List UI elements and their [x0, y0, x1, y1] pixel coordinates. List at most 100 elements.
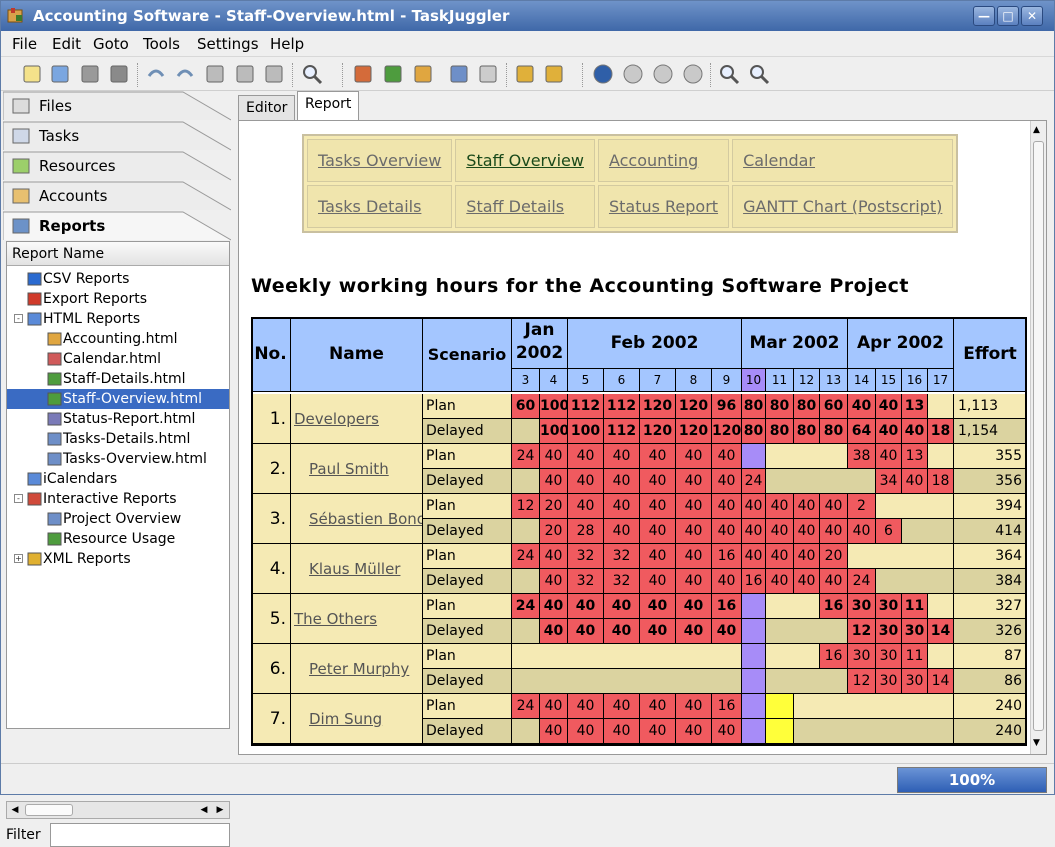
toolbar-separator	[342, 63, 344, 87]
scroll-down-icon[interactable]: ▼	[1033, 738, 1040, 748]
filter-input[interactable]	[50, 823, 230, 847]
tree-expander-plus-icon[interactable]: +	[14, 554, 23, 563]
tree-expander-minus-icon[interactable]: -	[14, 314, 23, 323]
load-cell: 32	[604, 569, 640, 594]
tree-item[interactable]: Resource Usage	[7, 529, 229, 549]
row-name-link[interactable]: Developers	[291, 394, 423, 444]
nav-link[interactable]: Tasks Details	[307, 185, 453, 228]
scroll-left-icon[interactable]: ◀	[197, 803, 211, 817]
print-icon[interactable]	[108, 63, 130, 85]
tree-item[interactable]: Tasks-Overview.html	[7, 449, 229, 469]
row-name-link[interactable]: The Others	[291, 594, 423, 644]
back-icon[interactable]	[652, 63, 674, 85]
resource-report-icon	[47, 392, 62, 406]
tab-editor[interactable]: Editor	[238, 95, 296, 121]
minimize-button[interactable]: —	[973, 6, 995, 26]
left-tab-accounts[interactable]: Accounts	[3, 181, 231, 211]
new-file-icon[interactable]	[21, 63, 43, 85]
report-view-icon[interactable]	[448, 63, 470, 85]
menu-settings[interactable]: Settings	[197, 35, 259, 53]
progress-bar: 100%	[897, 767, 1047, 793]
nav-link[interactable]: Staff Overview	[455, 139, 595, 182]
row-name-link[interactable]: Klaus Müller	[291, 544, 423, 594]
redo-icon[interactable]	[174, 63, 196, 85]
menu-edit[interactable]: Edit	[52, 35, 81, 53]
scroll-right-icon[interactable]: ▶	[213, 803, 227, 817]
stop-icon[interactable]	[622, 63, 644, 85]
scroll-up-icon[interactable]: ▲	[1033, 125, 1040, 135]
tree-item[interactable]: Staff-Details.html	[7, 369, 229, 389]
report-vertical-scrollbar[interactable]: ▲ ▼	[1030, 121, 1046, 754]
tab-report[interactable]: Report	[297, 91, 360, 121]
copy-report-icon[interactable]	[477, 63, 499, 85]
open-file-icon[interactable]	[49, 63, 71, 85]
tree-header[interactable]: Report Name	[7, 242, 229, 266]
load-cell: 40	[640, 544, 676, 569]
maximize-button[interactable]: □	[997, 6, 1019, 26]
tree-item[interactable]: Staff-Overview.html	[7, 389, 229, 409]
tree-item[interactable]: CSV Reports	[7, 269, 229, 289]
left-tab-tasks[interactable]: Tasks	[3, 121, 231, 151]
task-report-icon	[47, 452, 62, 466]
header-week: 10	[742, 369, 766, 392]
resources-view-icon[interactable]	[382, 63, 404, 85]
save-icon[interactable]	[79, 63, 101, 85]
left-tab-resources[interactable]: Resources	[3, 151, 231, 181]
cut-icon[interactable]	[204, 63, 226, 85]
nav-link[interactable]: Tasks Overview	[307, 139, 453, 182]
tree-item[interactable]: - HTML Reports	[7, 309, 229, 329]
report-tree[interactable]: Report Name CSV Reports Export Reports - HT…	[6, 241, 230, 729]
menu-goto[interactable]: Goto	[93, 35, 129, 53]
zoom-out-icon[interactable]	[748, 63, 770, 85]
free-cell	[512, 569, 540, 594]
scrollbar-thumb[interactable]	[25, 804, 73, 816]
tree-item[interactable]: + XML Reports	[7, 549, 229, 569]
tree-expander-minus-icon[interactable]: -	[14, 494, 23, 503]
row-name-link[interactable]: Peter Murphy	[291, 644, 423, 694]
schedule-icon[interactable]	[592, 63, 614, 85]
row-name-link[interactable]: Sébastien Bono	[291, 494, 423, 544]
paste-icon[interactable]	[263, 63, 285, 85]
scrollbar-thumb[interactable]	[1033, 141, 1044, 731]
nav-link[interactable]: Staff Details	[455, 185, 595, 228]
find-icon[interactable]	[301, 63, 323, 85]
configure-icon[interactable]	[514, 63, 536, 85]
tree-item-label: HTML Reports	[43, 311, 141, 327]
row-name-link[interactable]: Paul Smith	[291, 444, 423, 494]
menu-file[interactable]: File	[12, 35, 37, 53]
tree-item[interactable]: Export Reports	[7, 289, 229, 309]
scroll-left-icon[interactable]: ◀	[8, 803, 22, 817]
tree-item[interactable]: - Interactive Reports	[7, 489, 229, 509]
tree-item[interactable]: Calendar.html	[7, 349, 229, 369]
effort-cell: 384	[954, 569, 1027, 594]
forward-icon[interactable]	[682, 63, 704, 85]
copy-icon[interactable]	[234, 63, 256, 85]
row-name-link[interactable]: Dim Sung	[291, 694, 423, 744]
tasks-view-icon[interactable]	[352, 63, 374, 85]
nav-link[interactable]: Accounting	[597, 139, 730, 182]
nav-link[interactable]: Status Report	[597, 185, 730, 228]
tree-item[interactable]: Project Overview	[7, 509, 229, 529]
load-cell: 40	[712, 444, 742, 469]
tree-item[interactable]: Tasks-Details.html	[7, 429, 229, 449]
left-tab-files[interactable]: Files	[3, 91, 231, 121]
tree-item-label: Accounting.html	[63, 331, 178, 347]
undo-icon[interactable]	[145, 63, 167, 85]
tree-item[interactable]: Accounting.html	[7, 329, 229, 349]
load-cell: 40	[604, 519, 640, 544]
close-button[interactable]: ✕	[1021, 6, 1043, 26]
tree-item[interactable]: Status-Report.html	[7, 409, 229, 429]
calendar-report-icon	[47, 352, 62, 366]
nav-link[interactable]: GANTT Chart (Postscript)	[732, 185, 954, 228]
zoom-in-icon[interactable]	[718, 63, 740, 85]
accounts-view-icon[interactable]	[412, 63, 434, 85]
menu-tools[interactable]: Tools	[143, 35, 180, 53]
nav-link[interactable]: Calendar	[732, 139, 954, 182]
report-view: Tasks Overview Staff Overview Accounting Ca…	[238, 120, 1047, 755]
menu-help[interactable]: Help	[270, 35, 304, 53]
tree-horizontal-scrollbar[interactable]: ◀ ◀ ▶	[6, 801, 230, 819]
left-tab-reports[interactable]: Reports	[3, 211, 231, 241]
tree-item[interactable]: iCalendars	[7, 469, 229, 489]
vacation-cell	[742, 619, 766, 644]
calendar-icon[interactable]	[543, 63, 565, 85]
